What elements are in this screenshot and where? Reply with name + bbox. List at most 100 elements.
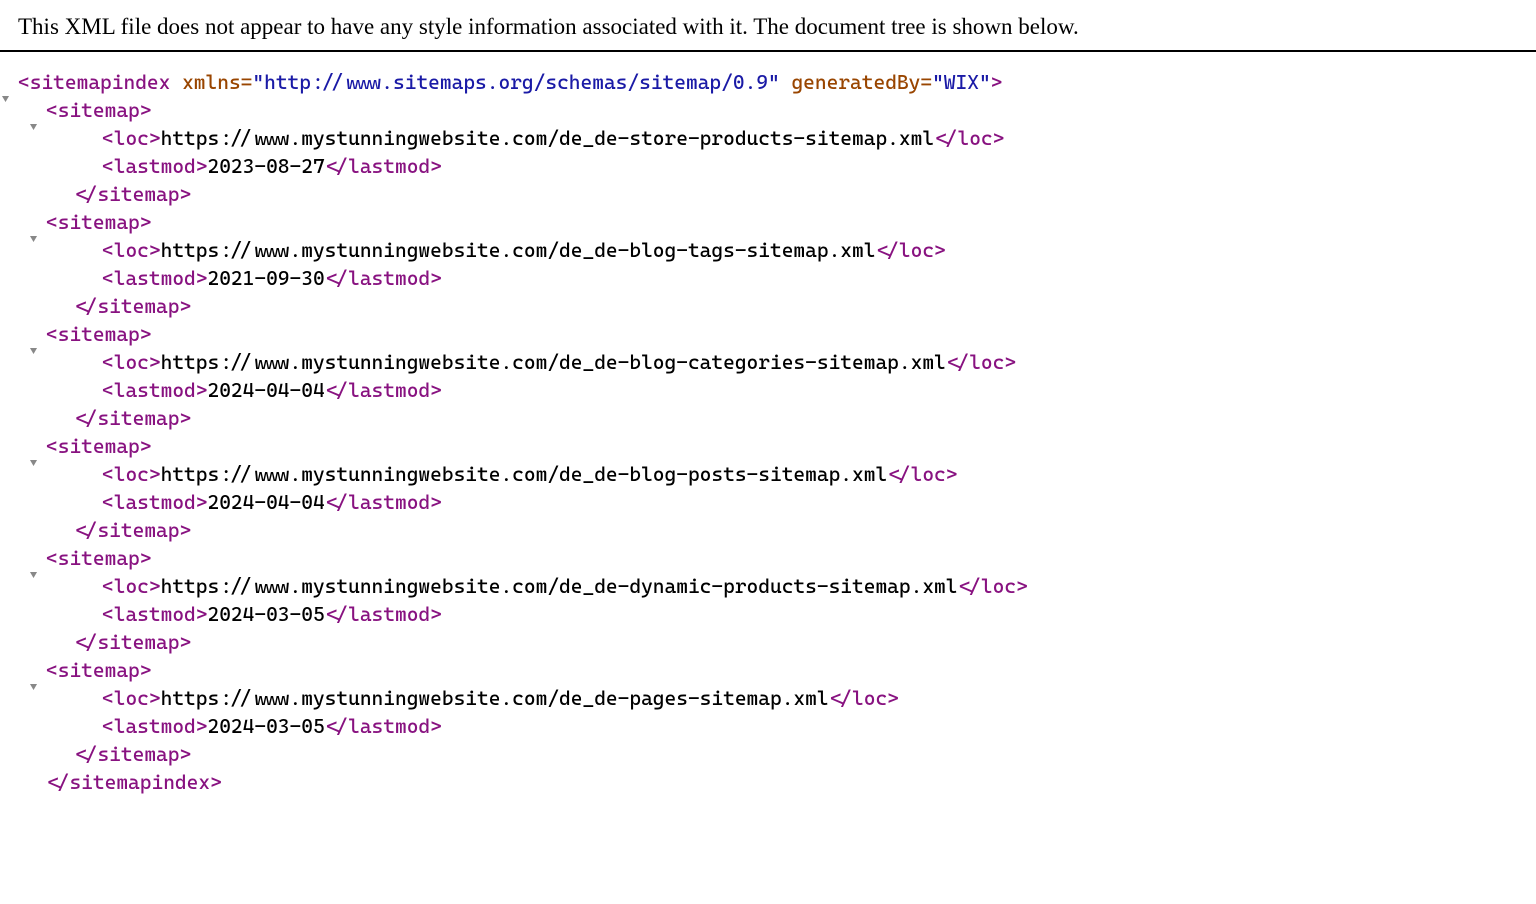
tag-close-bracket: > [179, 630, 191, 654]
tag-close-bracket: > [1004, 350, 1016, 374]
tag-open-bracket: < [46, 434, 58, 458]
loc-tag-name: loc [114, 574, 149, 598]
tag-close-bracket: > [946, 462, 958, 486]
tag-close-bracket: > [196, 378, 208, 402]
sitemap-close-line: </sitemap> [18, 628, 1518, 656]
caret-down-icon[interactable]: ▼ [30, 343, 44, 360]
loc-tag-name-close: loc [981, 574, 1016, 598]
tag-close-bracket: > [993, 126, 1005, 150]
attr-value-generatedby: WIX [944, 70, 979, 94]
loc-line: <loc>https://www.mystunningwebsite.com/d… [18, 236, 1518, 264]
caret-down-icon[interactable]: ▼ [2, 91, 16, 108]
sitemap-tag-name-close: sitemap [97, 294, 179, 318]
lastmod-value: 2023-08-27 [207, 154, 324, 178]
tag-open-bracket: < [102, 378, 114, 402]
root-open-line: ▼<sitemapindex xmlns="http://www.sitemap… [18, 68, 1518, 96]
lastmod-line: <lastmod>2021-09-30</lastmod> [18, 264, 1518, 292]
tag-close-bracket: > [991, 70, 1003, 94]
loc-tag-name: loc [114, 238, 149, 262]
sitemap-open-line: ▼<sitemap> [18, 544, 1518, 572]
attr-quote: " [768, 70, 780, 94]
tag-slash: / [957, 350, 969, 374]
tag-close-bracket: > [430, 602, 442, 626]
sitemap-tag-name: sitemap [58, 210, 140, 234]
loc-line: <loc>https://www.mystunningwebsite.com/d… [18, 348, 1518, 376]
tag-open-bracket: < [102, 602, 114, 626]
lastmod-line: <lastmod>2024-04-04</lastmod> [18, 376, 1518, 404]
attr-quote: " [932, 70, 944, 94]
attr-name-xmlns: xmlns [182, 70, 241, 94]
tag-open-bracket: < [325, 714, 337, 738]
caret-down-icon[interactable]: ▼ [30, 679, 44, 696]
lastmod-tag-name: lastmod [114, 378, 196, 402]
tag-open-bracket: < [102, 350, 114, 374]
tag-open-bracket: < [875, 238, 887, 262]
tag-close-bracket: > [179, 294, 191, 318]
xml-no-style-message: This XML file does not appear to have an… [0, 0, 1536, 52]
sitemap-tag-name-close: sitemap [97, 518, 179, 542]
tag-close-bracket: > [430, 266, 442, 290]
caret-down-icon[interactable]: ▼ [30, 231, 44, 248]
loc-tag-name-close: loc [957, 126, 992, 150]
tag-open-bracket: < [325, 154, 337, 178]
sitemap-tag-name: sitemap [58, 434, 140, 458]
caret-down-icon[interactable]: ▼ [30, 455, 44, 472]
lastmod-tag-name-close: lastmod [348, 378, 430, 402]
tag-close-bracket: > [149, 574, 161, 598]
tag-open-bracket: < [102, 714, 114, 738]
loc-tag-name-close: loc [911, 462, 946, 486]
tag-close-bracket: > [149, 238, 161, 262]
sitemap-tag-name: sitemap [58, 658, 140, 682]
tag-close-bracket: > [430, 714, 442, 738]
caret-down-icon[interactable]: ▼ [30, 567, 44, 584]
tag-slash: / [336, 714, 348, 738]
tag-open-bracket: < [325, 490, 337, 514]
tag-slash: / [336, 154, 348, 178]
tag-slash: / [86, 630, 98, 654]
tag-close-bracket: > [196, 154, 208, 178]
tag-close-bracket: > [140, 434, 152, 458]
sitemap-close-line: </sitemap> [18, 404, 1518, 432]
tag-close-bracket: > [149, 462, 161, 486]
sitemap-tag-name-close: sitemap [97, 406, 179, 430]
loc-value: https://www.mystunningwebsite.com/de_de-… [161, 350, 946, 374]
lastmod-value: 2021-09-30 [207, 266, 324, 290]
lastmod-tag-name: lastmod [114, 602, 196, 626]
loc-tag-name: loc [114, 686, 149, 710]
tag-open-bracket: < [18, 70, 30, 94]
caret-down-icon[interactable]: ▼ [30, 119, 44, 136]
attr-quote: " [979, 70, 991, 94]
tag-slash: / [336, 378, 348, 402]
tag-open-bracket: < [46, 322, 58, 346]
lastmod-value: 2024-04-04 [207, 378, 324, 402]
sitemap-open-line: ▼<sitemap> [18, 432, 1518, 460]
lastmod-tag-name-close: lastmod [348, 266, 430, 290]
loc-value: https://www.mystunningwebsite.com/de_de-… [161, 126, 934, 150]
tag-open-bracket: < [102, 126, 114, 150]
tag-close-bracket: > [430, 154, 442, 178]
sitemap-tag-name: sitemap [58, 322, 140, 346]
loc-tag-name: loc [114, 462, 149, 486]
tag-open-bracket: < [102, 574, 114, 598]
lastmod-line: <lastmod>2024-03-05</lastmod> [18, 600, 1518, 628]
attr-equals: = [920, 70, 932, 94]
tag-close-bracket: > [140, 658, 152, 682]
tag-open-bracket: < [102, 490, 114, 514]
lastmod-tag-name: lastmod [114, 154, 196, 178]
tag-close-bracket: > [196, 490, 208, 514]
tag-open-bracket: < [46, 770, 58, 794]
tag-open-bracket: < [74, 182, 86, 206]
tag-slash: / [887, 238, 899, 262]
tag-slash: / [946, 126, 958, 150]
tag-close-bracket: > [140, 210, 152, 234]
tag-slash: / [58, 770, 70, 794]
lastmod-tag-name-close: lastmod [348, 490, 430, 514]
root-tag-name: sitemapindex [30, 70, 171, 94]
tag-close-bracket: > [149, 126, 161, 150]
tag-close-bracket: > [149, 350, 161, 374]
tag-open-bracket: < [934, 126, 946, 150]
root-close-line: </sitemapindex> [18, 768, 1518, 796]
attr-name-generatedby: generatedBy [791, 70, 920, 94]
sitemap-tag-name: sitemap [58, 98, 140, 122]
sitemap-open-line: ▼<sitemap> [18, 208, 1518, 236]
